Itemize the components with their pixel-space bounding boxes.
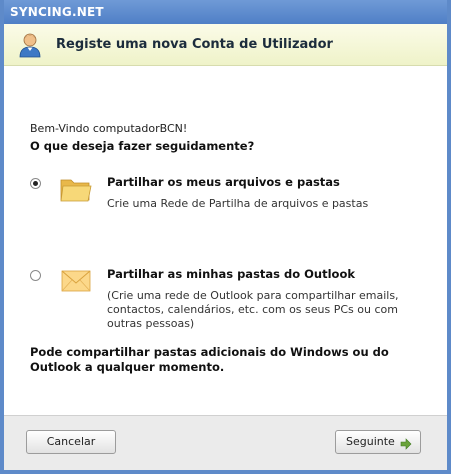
option-share-outlook-description: (Crie uma rede de Outlook para compartil… [107,289,399,330]
option-share-files-description: Crie uma Rede de Partilha de arquivos e … [107,197,369,210]
wizard-window: SYNCING.NET Registe uma nova Conta de Ut… [0,0,451,474]
info-note: Pode compartilhar pastas adicionais do W… [30,345,389,374]
page-title: Registe uma nova Conta de Utilizador [56,37,333,52]
envelope-icon [59,266,93,296]
arrow-right-icon [400,436,412,450]
banner: Registe uma nova Conta de Utilizador [4,24,447,66]
next-button-label: Seguinte [346,435,395,448]
option-share-outlook[interactable]: Partilhar as minhas pastas do Outlook (C… [30,266,433,331]
welcome-text: Bem-Vindo computadorBCN! [30,122,188,135]
next-button[interactable]: Seguinte [335,430,421,454]
option-share-files[interactable]: Partilhar os meus arquivos e pastas Crie… [30,174,433,211]
folder-icon [59,174,93,204]
user-icon [18,32,42,58]
radio-share-outlook[interactable] [30,270,41,281]
main-content: Bem-Vindo computadorBCN! O que deseja fa… [8,66,443,414]
radio-share-files[interactable] [30,178,41,189]
question-text: O que deseja fazer seguidamente? [30,139,255,153]
option-share-outlook-title: Partilhar as minhas pastas do Outlook [107,267,356,281]
window-title: SYNCING.NET [4,0,447,24]
footer-bar: Cancelar Seguinte [4,415,447,470]
option-share-files-title: Partilhar os meus arquivos e pastas [107,175,340,189]
cancel-button[interactable]: Cancelar [26,430,116,454]
